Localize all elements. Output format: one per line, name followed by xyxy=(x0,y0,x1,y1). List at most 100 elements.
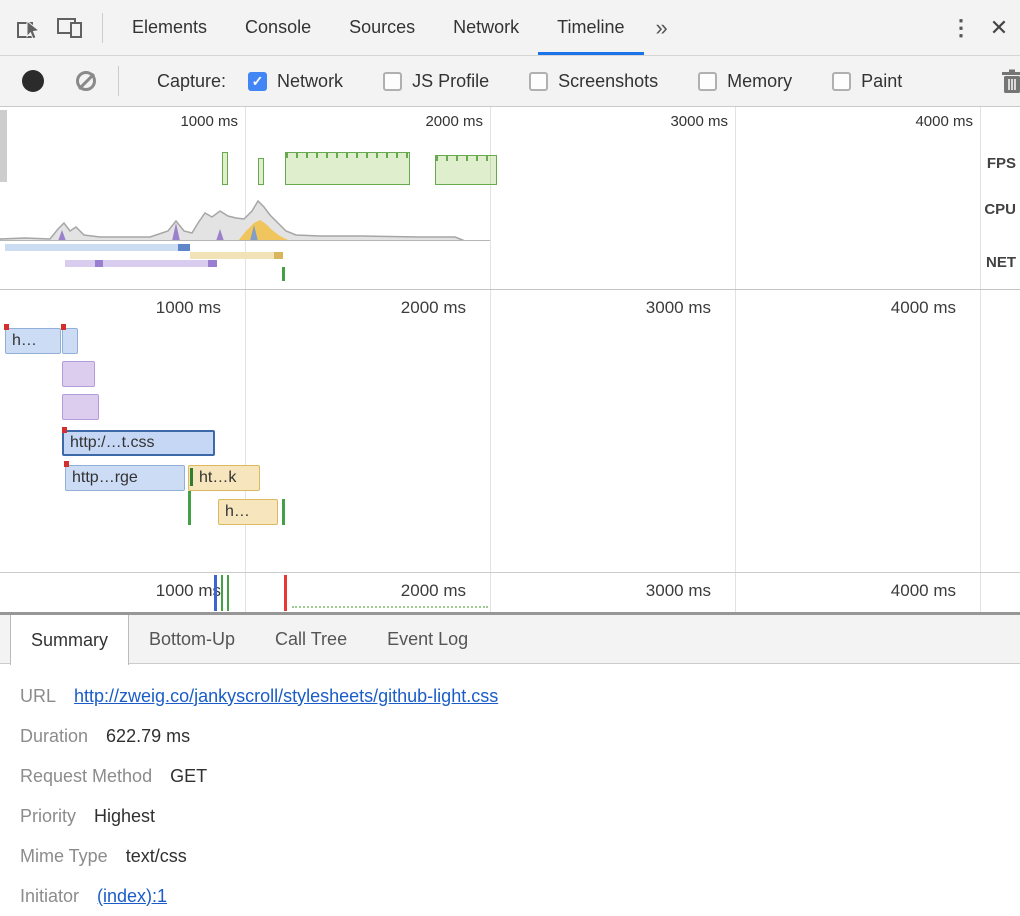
net-row-label: NET xyxy=(976,254,1016,271)
overview-window-handle[interactable] xyxy=(0,110,7,182)
request-bar-label: h… xyxy=(225,503,250,520)
memory-checkbox[interactable] xyxy=(698,72,717,91)
cpu-activity-chart xyxy=(0,189,1020,241)
summary-row-url: URL http://zweig.co/jankyscroll/styleshe… xyxy=(20,676,1020,716)
network-request-bar[interactable] xyxy=(62,328,78,354)
ruler-tick-label: 3000 ms xyxy=(601,581,711,601)
devtools-menu-icon[interactable]: ⋮ xyxy=(944,15,978,41)
url-link[interactable]: http://zweig.co/jankyscroll/stylesheets/… xyxy=(74,686,498,707)
ruler-tick-label: 1000 ms xyxy=(111,581,221,601)
timeline-overview-pane[interactable]: 1000 ms 2000 ms 3000 ms 4000 ms FPS CPU … xyxy=(0,107,1020,290)
net-request-bar xyxy=(274,252,283,259)
close-icon[interactable]: ✕ xyxy=(978,15,1020,41)
summary-row-duration: Duration 622.79 ms xyxy=(20,716,1020,756)
record-button[interactable] xyxy=(22,70,44,92)
net-request-bar xyxy=(190,252,283,259)
garbage-collect-icon[interactable] xyxy=(1000,68,1020,100)
main-toolbar: Elements Console Sources Network Timelin… xyxy=(0,0,1020,56)
flame-tick-label: 3000 ms xyxy=(601,298,711,318)
checkbox-screenshots[interactable]: Screenshots xyxy=(529,71,658,92)
overview-tick-label: 4000 ms xyxy=(873,113,973,130)
net-request-bar xyxy=(95,260,103,267)
network-checkbox-label: Network xyxy=(277,71,343,92)
load-event-marker xyxy=(284,575,287,611)
ruler-tick-label: 4000 ms xyxy=(846,581,956,601)
tab-sources[interactable]: Sources xyxy=(330,0,434,55)
request-start-marker xyxy=(62,427,67,433)
tab-summary[interactable]: Summary xyxy=(10,615,129,665)
checkbox-paint[interactable]: Paint xyxy=(832,71,902,92)
summary-label: URL xyxy=(20,686,56,707)
event-ruler[interactable]: 1000 ms 2000 ms 3000 ms 4000 ms xyxy=(0,572,1020,612)
checkbox-memory[interactable]: Memory xyxy=(698,71,792,92)
fp-event-marker xyxy=(227,575,229,611)
net-request-bar xyxy=(5,244,189,251)
initiator-link[interactable]: (index):1 xyxy=(97,886,167,907)
clear-recording-icon[interactable] xyxy=(76,71,96,91)
network-request-bar[interactable]: http…rge xyxy=(65,465,185,491)
network-request-bar-selected[interactable]: http:/…t.css xyxy=(62,430,215,456)
paint-event-marker xyxy=(282,499,285,525)
summary-value: text/css xyxy=(126,846,187,867)
device-toolbar-icon[interactable] xyxy=(48,0,92,55)
cpu-row-label: CPU xyxy=(976,201,1016,218)
more-tabs-chevron-icon[interactable]: » xyxy=(644,15,680,41)
gridline xyxy=(735,290,736,572)
fp-event-marker xyxy=(221,575,223,611)
summary-value: GET xyxy=(170,766,207,787)
flame-tick-label: 2000 ms xyxy=(356,298,466,318)
fps-bar xyxy=(435,155,497,185)
paint-checkbox[interactable] xyxy=(832,72,851,91)
tab-console[interactable]: Console xyxy=(226,0,330,55)
gridline xyxy=(735,573,736,612)
request-bar-label: http…rge xyxy=(72,469,138,486)
checkbox-js-profile[interactable]: JS Profile xyxy=(383,71,489,92)
paint-checkbox-label: Paint xyxy=(861,71,902,92)
net-request-bar xyxy=(178,244,190,251)
overview-tick-label: 2000 ms xyxy=(383,113,483,130)
fps-row-label: FPS xyxy=(976,155,1016,172)
net-marker xyxy=(282,267,285,281)
timeline-flame-chart[interactable]: 1000 ms 2000 ms 3000 ms 4000 ms h… http:… xyxy=(0,290,1020,572)
gridline xyxy=(490,290,491,572)
js-profile-checkbox[interactable] xyxy=(383,72,402,91)
tab-bottom-up[interactable]: Bottom-Up xyxy=(129,615,255,663)
screenshots-checkbox[interactable] xyxy=(529,72,548,91)
toolbar-separator xyxy=(102,13,103,43)
network-request-bar[interactable]: h… xyxy=(5,328,61,354)
network-request-bar[interactable] xyxy=(62,394,99,420)
summary-row-mime-type: Mime Type text/css xyxy=(20,836,1020,876)
gridline xyxy=(980,290,981,572)
ruler-tick-label: 2000 ms xyxy=(356,581,466,601)
overview-tick-label: 3000 ms xyxy=(628,113,728,130)
dcl-event-marker xyxy=(214,575,217,611)
request-start-marker xyxy=(61,324,66,330)
gridline xyxy=(980,573,981,612)
tab-elements[interactable]: Elements xyxy=(113,0,226,55)
summary-row-request-method: Request Method GET xyxy=(20,756,1020,796)
toolbar-separator xyxy=(118,66,119,96)
network-request-bar[interactable]: h… xyxy=(218,499,278,525)
request-start-marker xyxy=(4,324,9,330)
response-received-marker xyxy=(190,468,193,486)
gridline xyxy=(245,290,246,572)
summary-value: Highest xyxy=(94,806,155,827)
devtools-window: Elements Console Sources Network Timelin… xyxy=(0,0,1020,916)
tab-event-log[interactable]: Event Log xyxy=(367,615,488,663)
tab-network[interactable]: Network xyxy=(434,0,538,55)
inspect-element-icon[interactable] xyxy=(8,0,48,55)
checkbox-network[interactable]: Network xyxy=(248,71,343,92)
network-request-bar[interactable] xyxy=(62,361,95,387)
overview-tick-label: 1000 ms xyxy=(138,113,238,130)
tab-call-tree[interactable]: Call Tree xyxy=(255,615,367,663)
network-checkbox[interactable] xyxy=(248,72,267,91)
summary-row-priority: Priority Highest xyxy=(20,796,1020,836)
cpu-baseline xyxy=(0,240,490,241)
tab-timeline[interactable]: Timeline xyxy=(538,0,643,55)
summary-value: 622.79 ms xyxy=(106,726,190,747)
memory-checkbox-label: Memory xyxy=(727,71,792,92)
network-request-bar[interactable]: ht…k xyxy=(188,465,260,491)
gridline xyxy=(490,573,491,612)
gridline xyxy=(245,573,246,612)
request-bar-label: http:/…t.css xyxy=(70,434,154,451)
